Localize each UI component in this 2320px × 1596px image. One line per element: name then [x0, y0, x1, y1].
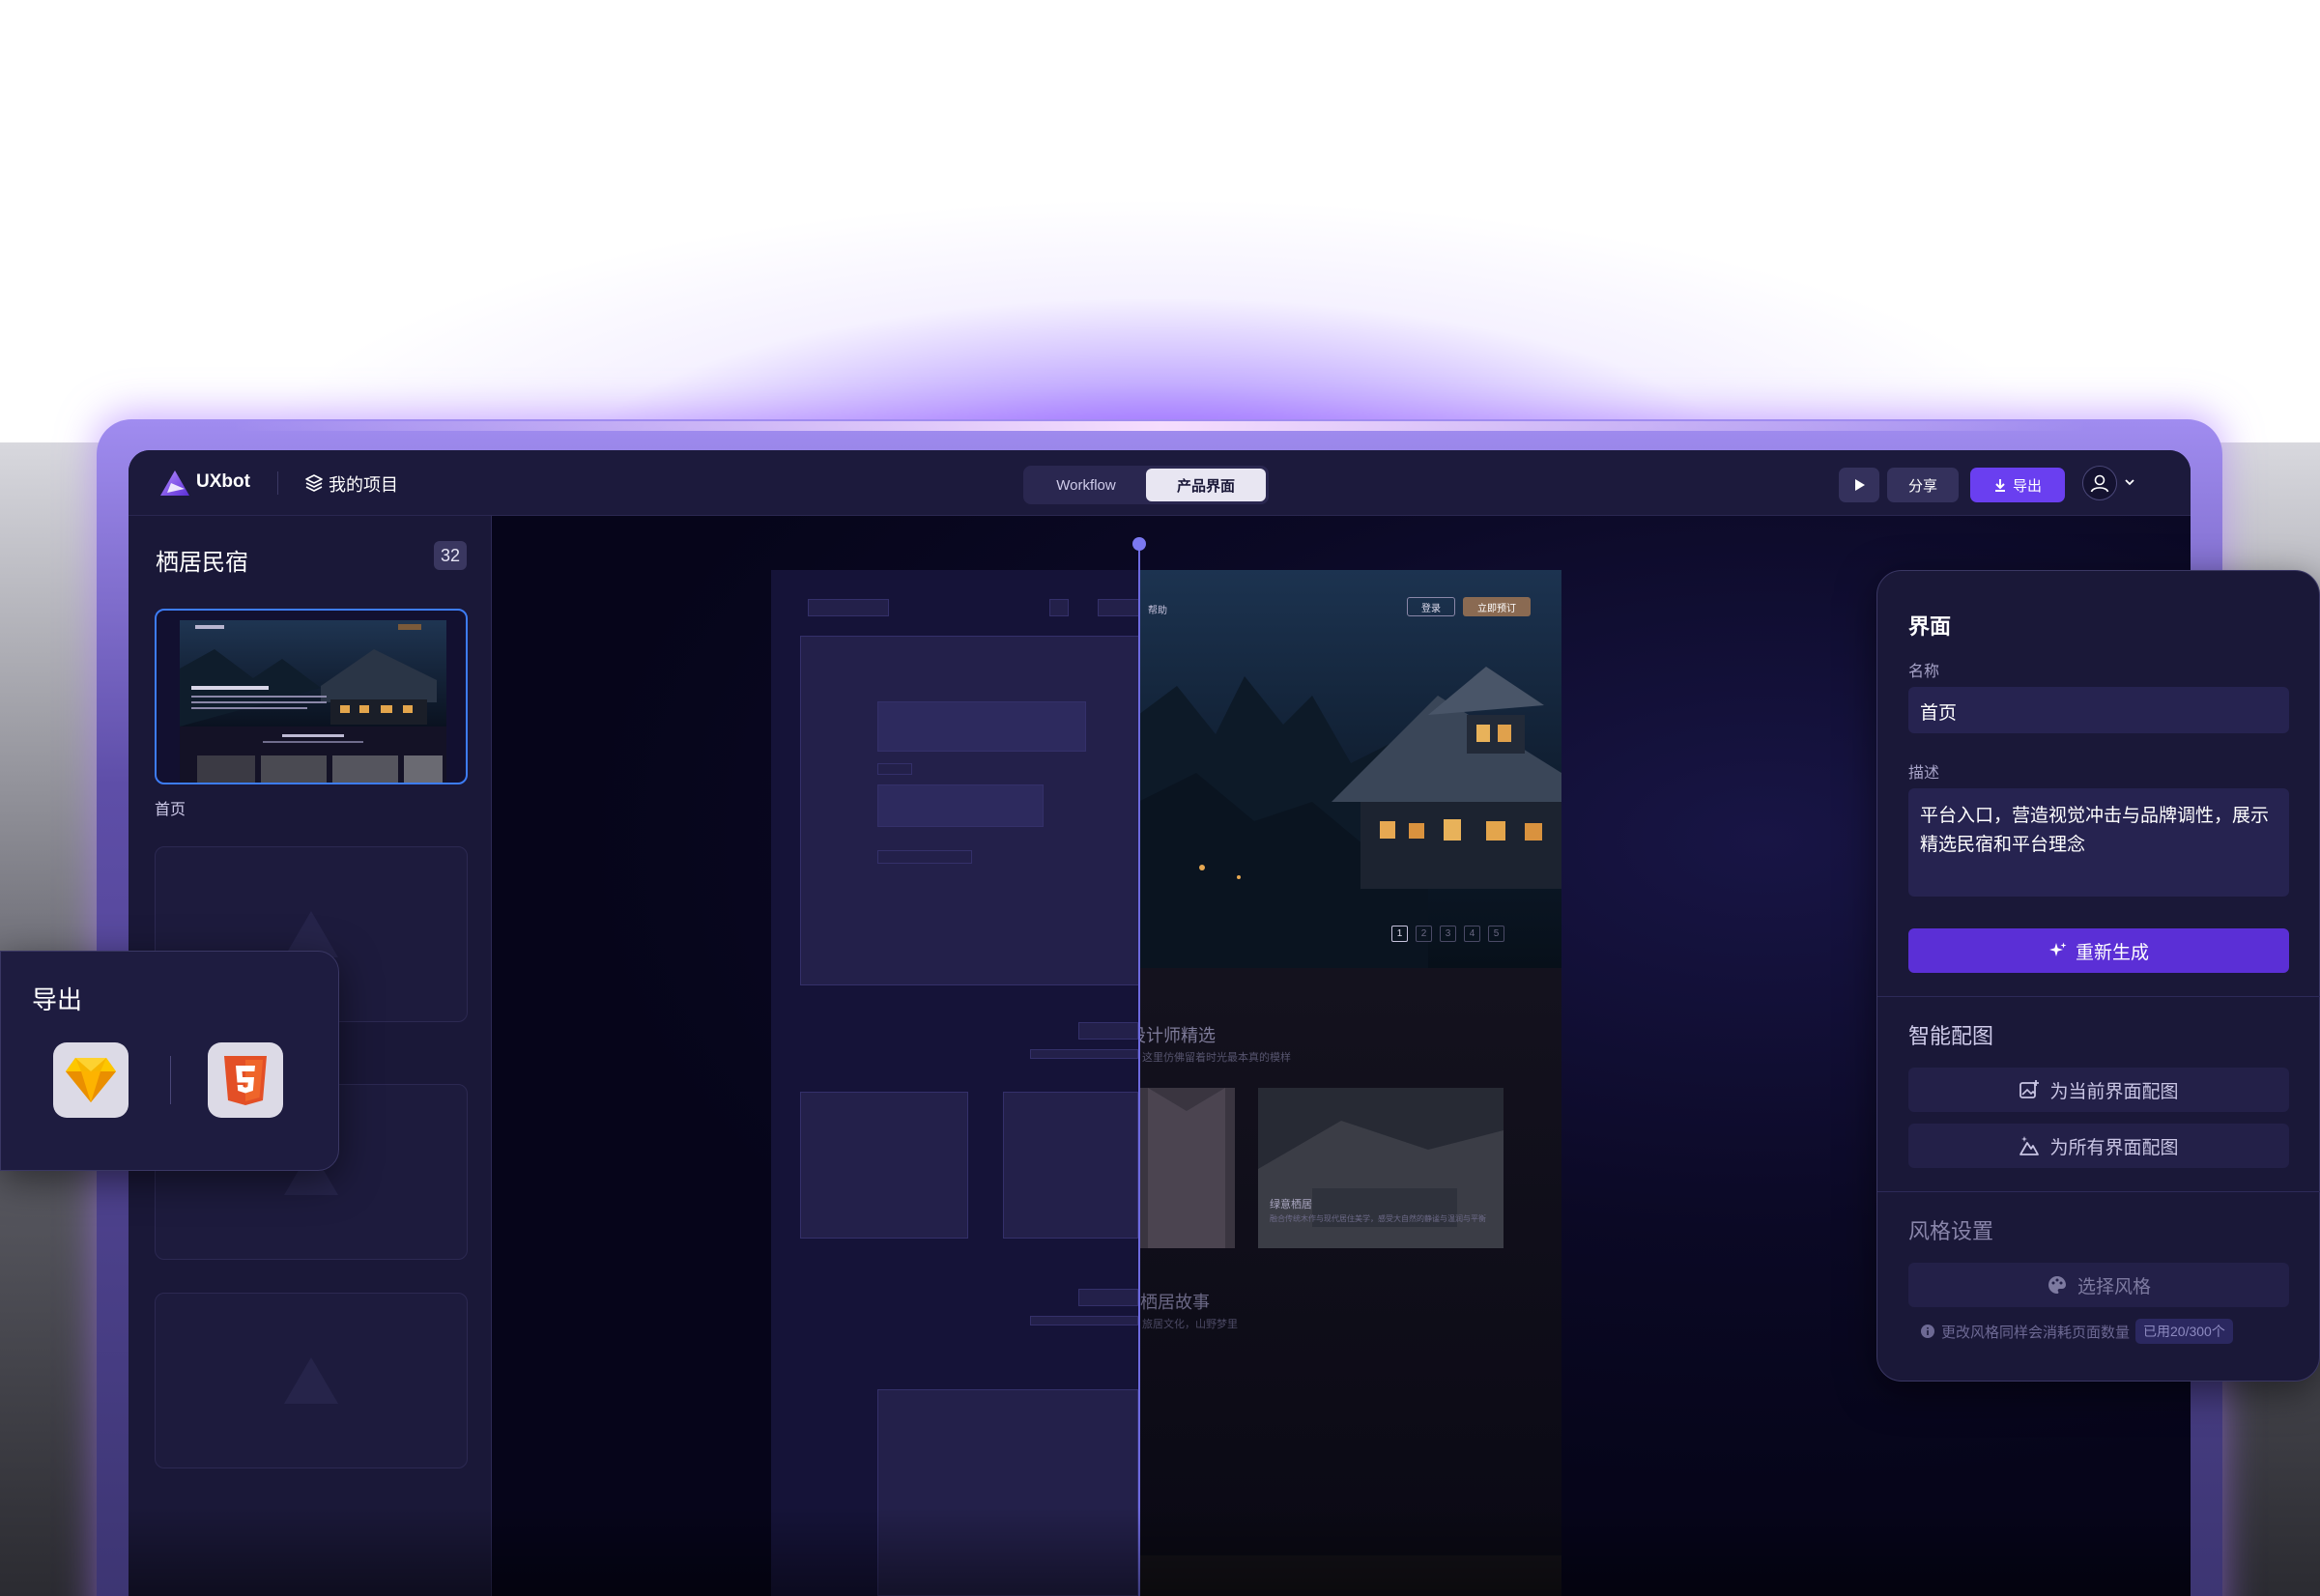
- preview-page-dot: 5: [1488, 926, 1504, 942]
- placeholder-logo-icon: [284, 1357, 338, 1404]
- tab-workflow[interactable]: Workflow: [1026, 469, 1146, 501]
- palette-icon: [2048, 1276, 2066, 1294]
- export-button-label: 导出: [2012, 477, 2042, 495]
- layers-icon: [305, 474, 323, 492]
- play-icon: [1855, 479, 1865, 491]
- image-all-label: 为所有界面配图: [2049, 1137, 2179, 1158]
- preview-section-subtitle: 旅居文化，山野梦里: [1142, 1319, 1238, 1330]
- wire-section-sub: [1030, 1049, 1138, 1059]
- preview-card-title: 绿意栖居: [1270, 1199, 1312, 1211]
- wire-section-title: [1078, 1022, 1138, 1040]
- preview-card-desc: 融合传统木作与现代居住美学，感受大自然的静谧与温润与平衡: [1270, 1214, 1486, 1223]
- name-input[interactable]: 首页: [1908, 687, 2289, 733]
- name-label: 名称: [1908, 664, 1940, 680]
- export-button[interactable]: 导出: [1970, 468, 2065, 502]
- preview-section-title: 设计师精选: [1138, 1026, 1216, 1045]
- regenerate-button[interactable]: 重新生成: [1908, 928, 2289, 973]
- wire-card: [800, 1092, 968, 1239]
- choose-style-button[interactable]: 选择风格: [1908, 1263, 2289, 1307]
- tab-product-ui[interactable]: 产品界面: [1146, 469, 1266, 501]
- image-current-button[interactable]: 为当前界面配图: [1908, 1068, 2289, 1112]
- preview-page-dot: 1: [1391, 926, 1408, 942]
- sketch-icon: [66, 1058, 116, 1102]
- rendered-page-preview: 帮助 登录 立即预订 1 2 3 4 5 设计师精选 这里仿佛留着时光最本真的模…: [1138, 570, 1561, 1596]
- download-icon: [1994, 479, 2005, 492]
- page-thumbnail-placeholder[interactable]: [155, 1293, 468, 1468]
- export-popover: 导出: [0, 951, 339, 1171]
- smart-images-heading: 智能配图: [1908, 1024, 1994, 1048]
- compare-divider[interactable]: [1138, 543, 1140, 1596]
- divider: [1877, 1191, 2320, 1192]
- page-count-badge: 32: [434, 541, 467, 570]
- my-projects-link[interactable]: 我的项目: [329, 471, 398, 497]
- preview-pagination: 1 2 3 4 5: [1391, 926, 1504, 942]
- divider: [277, 471, 278, 495]
- preview-page-dot: 4: [1464, 926, 1480, 942]
- export-sketch-button[interactable]: [53, 1042, 129, 1118]
- stage: UXbot 我的项目 Workflow 产品界面 分享 导出 栖居民宿 32 首…: [0, 0, 2320, 1596]
- rendered-hero-image: [1138, 570, 1561, 1596]
- view-switcher: Workflow 产品界面: [1023, 466, 1269, 504]
- logo-text[interactable]: UXbot: [196, 471, 250, 493]
- divider: [1877, 996, 2320, 997]
- regenerate-label: 重新生成: [2075, 942, 2149, 963]
- html5-icon: [224, 1056, 267, 1105]
- image-current-label: 为当前界面配图: [2049, 1081, 2179, 1102]
- divider: [170, 1056, 171, 1104]
- page-thumbnail-label: 首页: [155, 802, 186, 818]
- preview-button[interactable]: [1839, 468, 1879, 502]
- wire-nav: [1098, 599, 1140, 616]
- image-all-button[interactable]: 为所有界面配图: [1908, 1124, 2289, 1168]
- wire-hero-button: [877, 850, 972, 864]
- wire-hero-tag: [877, 763, 912, 775]
- preview-section-title: 栖居故事: [1140, 1293, 1210, 1312]
- preview-login-button: 登录: [1407, 597, 1455, 616]
- bottom-shade: [129, 1507, 2191, 1596]
- wire-logo: [808, 599, 889, 616]
- preview-book-button: 立即预订: [1463, 597, 1531, 616]
- quota-badge: 已用20/300个: [2135, 1319, 2233, 1344]
- preview-page-dot: 3: [1440, 926, 1456, 942]
- description-textarea[interactable]: 平台入口，营造视觉冲击与品牌调性，展示精选民宿和平台理念: [1908, 788, 2289, 897]
- info-icon: [1921, 1325, 1934, 1338]
- avatar[interactable]: [2082, 466, 2117, 500]
- choose-style-label: 选择风格: [2077, 1276, 2151, 1297]
- style-note-text: 更改风格同样会消耗页面数量: [1941, 1324, 2131, 1341]
- wire-section-title: [1078, 1289, 1138, 1306]
- mountain-sparkle-icon: [2019, 1136, 2040, 1155]
- export-popover-title: 导出: [32, 985, 83, 1014]
- panel-heading: 界面: [1908, 614, 1952, 639]
- description-label: 描述: [1908, 765, 1940, 782]
- wire-card: [1003, 1092, 1138, 1239]
- wire-hero-sub: [877, 784, 1044, 827]
- preview-nav-help: 帮助: [1148, 606, 1167, 616]
- thumbnail-preview: [180, 620, 446, 783]
- frame-highlight: [232, 421, 2087, 431]
- wire-nav: [1049, 599, 1069, 616]
- wire-section-sub: [1030, 1316, 1138, 1325]
- sparkle-icon: [2048, 942, 2067, 956]
- preview-section-subtitle: 这里仿佛留着时光最本真的模样: [1142, 1052, 1291, 1064]
- wire-hero-title: [877, 701, 1086, 752]
- style-note: 更改风格同样会消耗页面数量 已用20/300个: [1920, 1319, 2233, 1344]
- chevron-down-icon[interactable]: [2123, 475, 2136, 489]
- logo-icon: [160, 470, 189, 496]
- style-settings-heading: 风格设置: [1908, 1219, 1994, 1243]
- page-thumbnail-home[interactable]: [155, 609, 468, 784]
- top-bar: UXbot 我的项目 Workflow 产品界面 分享 导出: [129, 450, 2191, 516]
- preview-page-dot: 2: [1416, 926, 1432, 942]
- properties-panel: 界面 名称 首页 描述 平台入口，营造视觉冲击与品牌调性，展示精选民宿和平台理念…: [1876, 570, 2320, 1382]
- export-html-button[interactable]: [208, 1042, 283, 1118]
- share-button[interactable]: 分享: [1887, 468, 1959, 502]
- image-plus-icon: [2019, 1080, 2040, 1098]
- user-icon: [2090, 474, 2109, 493]
- project-title: 栖居民宿: [156, 550, 248, 576]
- compare-handle[interactable]: [1132, 537, 1146, 551]
